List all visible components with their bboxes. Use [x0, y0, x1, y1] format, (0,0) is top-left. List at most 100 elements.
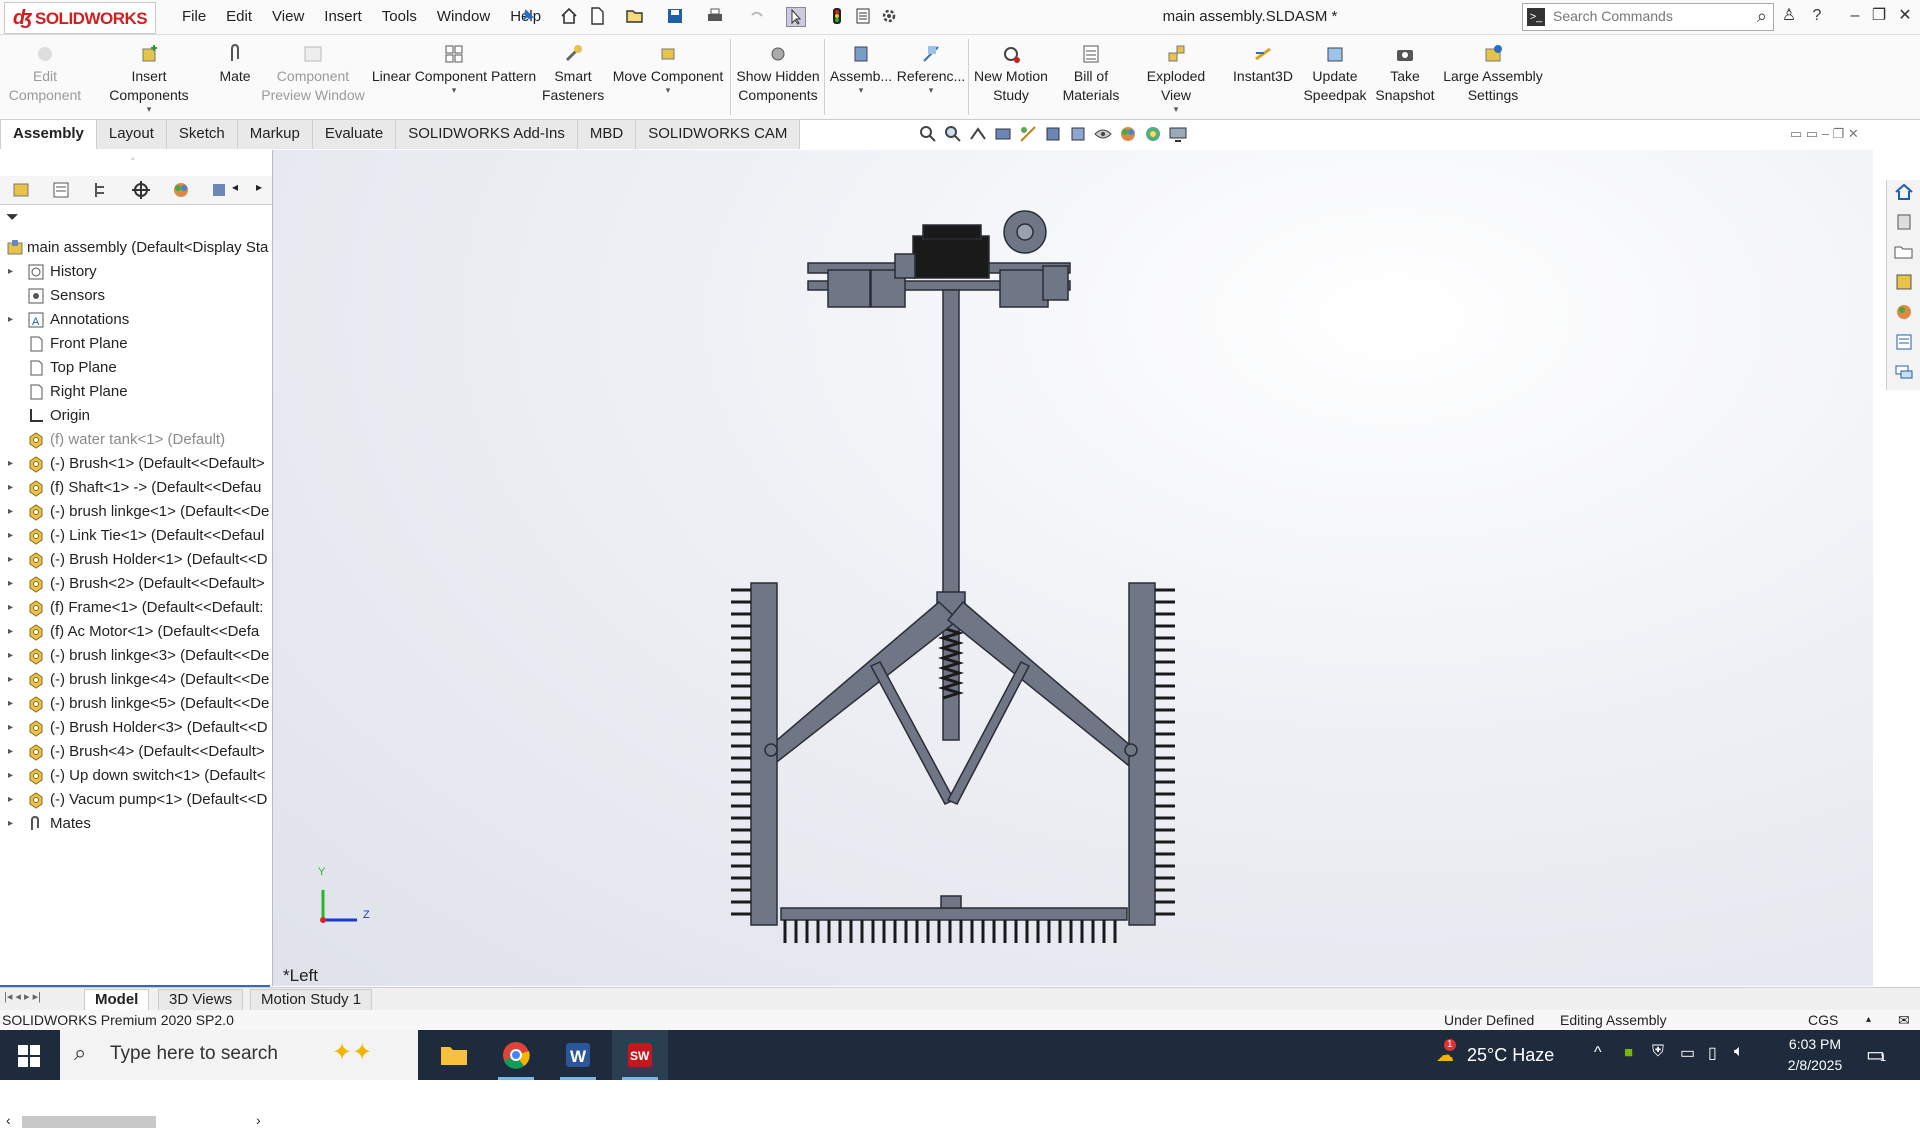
bill-of-materials-button[interactable]: Bill of Materials [1056, 39, 1126, 105]
taskbar-search-box[interactable]: ⌕ Type here to search ✦✦ [60, 1030, 418, 1080]
minimize-icon[interactable]: – [1844, 4, 1866, 28]
search-icon[interactable]: ⌕ [1757, 6, 1767, 27]
expand-arrow-icon[interactable]: ▸ [8, 620, 13, 644]
tab-evaluate[interactable]: Evaluate [311, 119, 397, 149]
custom-properties-icon[interactable] [1894, 332, 1914, 352]
tree-item[interactable]: Top Plane [0, 356, 272, 380]
expand-arrow-icon[interactable]: ▸ [8, 548, 13, 572]
undo-icon[interactable] [748, 7, 766, 25]
view-settings-icon[interactable] [1168, 124, 1188, 144]
tree-item[interactable]: ▸ (f) Ac Motor<1> (Default<<Defa [0, 620, 272, 644]
rebuild-icon[interactable] [828, 7, 846, 25]
component-preview-window-button[interactable]: Component Preview Window [258, 39, 368, 105]
tree-item[interactable]: ▸ (-) Link Tie<1> (Default<<Defaul [0, 524, 272, 548]
tab-motion-study-1[interactable]: Motion Study 1 [250, 989, 373, 1011]
tree-item[interactable]: ▸ (-) Brush<1> (Default<<Default> [0, 452, 272, 476]
expand-arrow-icon[interactable]: ▸ [8, 788, 13, 812]
tree-item[interactable]: ▸ (-) Brush<4> (Default<<Default> [0, 740, 272, 764]
notifications-icon[interactable]: ▭ 1 [1866, 1042, 1892, 1068]
take-snapshot-button[interactable]: Take Snapshot [1372, 39, 1438, 105]
tree-item[interactable]: ▸ (-) brush linkge<5> (Default<<De [0, 692, 272, 716]
solidworks-resources-home-icon[interactable] [1894, 182, 1914, 202]
network-icon[interactable]: ▭ [1680, 1043, 1695, 1063]
forum-icon[interactable] [1894, 362, 1914, 382]
menu-edit[interactable]: Edit [216, 0, 262, 34]
instant3d-button[interactable]: Instant3D [1228, 39, 1298, 86]
linear-component-pattern-button[interactable]: Linear Component Pattern ▾ [368, 39, 540, 95]
expand-arrow-icon[interactable]: ▸ [8, 500, 13, 524]
tree-item[interactable]: ▸ (f) Frame<1> (Default<<Default: [0, 596, 272, 620]
options-gear-icon[interactable] [880, 7, 898, 25]
system-clock[interactable]: 6:03 PM 2/8/2025 [1780, 1034, 1850, 1076]
security-shield-icon[interactable]: ⛨ [1652, 1043, 1664, 1061]
dynamic-annotation-icon[interactable] [1018, 124, 1038, 144]
menu-tools[interactable]: Tools [372, 0, 427, 34]
tab-scroll-left-icon[interactable]: ◂ [232, 180, 238, 194]
large-assembly-settings-button[interactable]: Large Assembly Settings [1442, 39, 1544, 105]
tree-item[interactable]: ▸ Mates [0, 812, 272, 836]
display-style-icon[interactable] [1068, 124, 1088, 144]
feature-tree-tab-icon[interactable] [10, 179, 32, 201]
expand-arrow-icon[interactable]: ▸ [8, 476, 13, 500]
tree-item[interactable]: ▸ History [0, 260, 272, 284]
file-properties-icon[interactable] [854, 7, 872, 25]
new-document-icon[interactable] [588, 7, 606, 25]
open-folder-icon[interactable] [626, 7, 644, 25]
edit-appearance-icon[interactable] [1118, 124, 1138, 144]
tab-scroll-right-icon[interactable]: ▸ [256, 180, 262, 194]
view-palette-icon[interactable] [1894, 272, 1914, 292]
tree-item[interactable]: ▸ (-) Vacum pump<1> (Default<<D [0, 788, 272, 812]
expand-arrow-icon[interactable]: ▸ [8, 260, 13, 284]
solidworks-logo[interactable]: ʤ SOLIDWORKS [4, 2, 156, 34]
tab-solidworks-cam[interactable]: SOLIDWORKS CAM [635, 119, 801, 149]
expand-arrow-icon[interactable]: ▸ [8, 764, 13, 788]
expand-arrow-icon[interactable]: ▸ [8, 596, 13, 620]
graphics-area[interactable]: Y Z [273, 150, 1873, 986]
tree-item[interactable]: ▸ (-) Brush Holder<3> (Default<<D [0, 716, 272, 740]
tree-item[interactable]: Front Plane [0, 332, 272, 356]
battery-icon[interactable]: ▯ [1708, 1043, 1717, 1063]
tree-item[interactable]: ▸ (-) brush linkge<1> (Default<<De [0, 500, 272, 524]
tree-item[interactable]: (f) water tank<1> (Default) [0, 428, 272, 452]
zoom-to-fit-icon[interactable] [918, 124, 938, 144]
unit-system[interactable]: CGS [1808, 1010, 1838, 1030]
scrollbar-thumb[interactable] [22, 1116, 156, 1128]
print-icon[interactable] [706, 7, 724, 25]
display-manager-tab-icon[interactable] [170, 179, 192, 201]
apply-scene-icon[interactable] [1143, 124, 1163, 144]
weather-widget[interactable]: ☁ 1 25°C Haze [1436, 1030, 1554, 1080]
hide-show-items-icon[interactable] [1093, 124, 1113, 144]
pin-icon[interactable] [518, 7, 536, 25]
move-component-button[interactable]: Move Component ▾ [608, 39, 728, 95]
cam-tab-icon[interactable] [208, 179, 230, 201]
property-manager-tab-icon[interactable] [50, 179, 72, 201]
tooltip-icon[interactable]: ✉ [1898, 1010, 1910, 1030]
expand-arrow-icon[interactable]: ▸ [8, 524, 13, 548]
unit-caret-icon[interactable]: ▴ [1866, 1010, 1871, 1030]
tree-item[interactable]: Sensors [0, 284, 272, 308]
section-view-icon[interactable] [993, 124, 1013, 144]
smart-fasteners-button[interactable]: Smart Fasteners [542, 39, 604, 105]
zoom-to-area-icon[interactable] [943, 124, 963, 144]
close-icon[interactable]: ✕ [1894, 4, 1916, 28]
select-icon[interactable] [786, 7, 806, 27]
windows-start-icon[interactable] [18, 1045, 40, 1067]
expand-arrow-icon[interactable]: ▸ [8, 452, 13, 476]
tree-item[interactable]: ▸ (-) Brush Holder<1> (Default<<D [0, 548, 272, 572]
viewport-window-controls[interactable]: ▭ ▭ – ❐ ✕ [1790, 126, 1859, 142]
expand-arrow-icon[interactable]: ▸ [8, 308, 13, 332]
menu-file[interactable]: File [172, 0, 216, 34]
view-orientation-icon[interactable] [1043, 124, 1063, 144]
scroll-right-arrow-icon[interactable]: › [256, 1112, 261, 1128]
tab-solidworks-add-ins[interactable]: SOLIDWORKS Add-Ins [395, 119, 578, 149]
expand-arrow-icon[interactable]: ▸ [8, 716, 13, 740]
file-explorer-icon[interactable] [1894, 242, 1914, 262]
previous-view-icon[interactable] [968, 124, 988, 144]
appearances-icon[interactable] [1894, 302, 1914, 322]
tab-3d-views[interactable]: 3D Views [158, 989, 244, 1011]
save-icon[interactable] [666, 7, 684, 25]
tree-item[interactable]: ▸ (-) Brush<2> (Default<<Default> [0, 572, 272, 596]
tree-item[interactable]: ▸ (-) Up down switch<1> (Default< [0, 764, 272, 788]
assembly-features-button[interactable]: Assemb... ▾ [828, 39, 894, 95]
configuration-manager-tab-icon[interactable] [90, 179, 112, 201]
